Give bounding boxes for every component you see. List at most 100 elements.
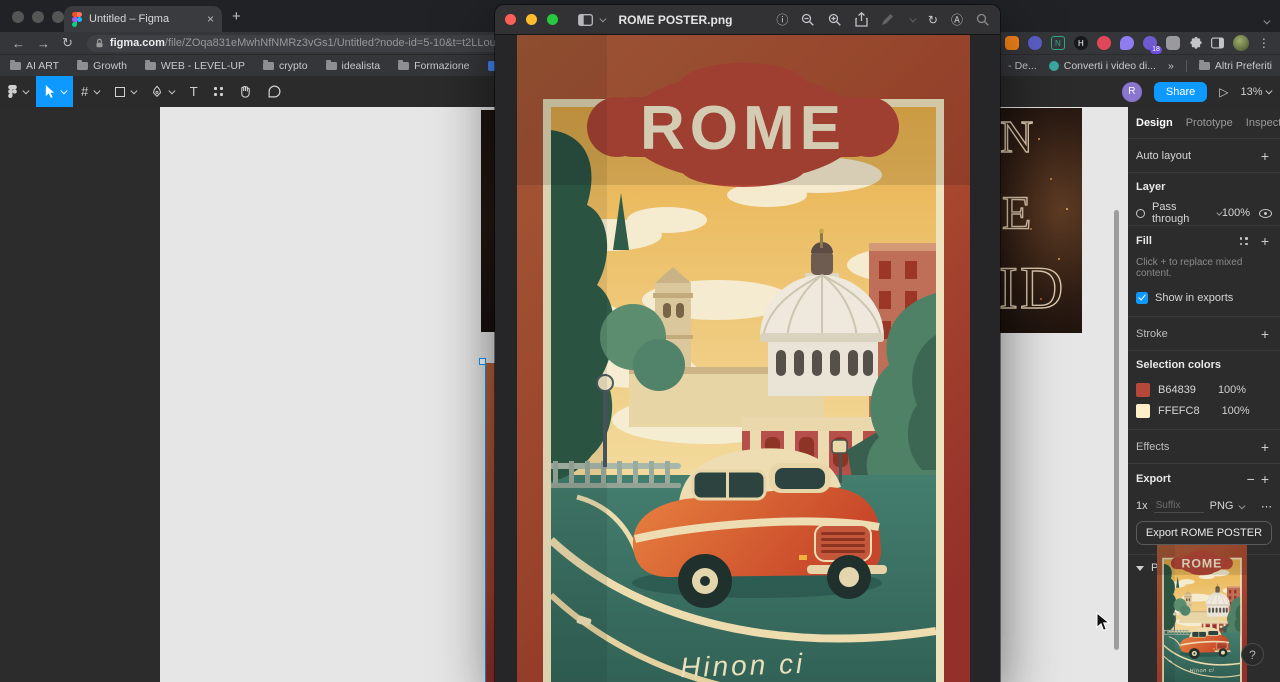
dots-grid-icon	[214, 87, 223, 96]
user-avatar[interactable]: R	[1122, 82, 1142, 102]
bookmark-item[interactable]: Formazione	[398, 60, 469, 72]
bookmark-item[interactable]: crypto	[263, 60, 308, 72]
visibility-eye-icon[interactable]	[1259, 209, 1272, 218]
cloud-extension-icon[interactable]	[1120, 36, 1134, 50]
rotate-icon[interactable]: ↻	[928, 13, 938, 27]
comment-tool[interactable]	[260, 76, 289, 107]
reload-icon[interactable]: ↻	[62, 35, 73, 51]
extensions-puzzle-icon[interactable]	[1189, 37, 1202, 50]
export-preview-thumbnail	[1157, 545, 1247, 682]
selection-color-row[interactable]: B64839 100%	[1136, 379, 1272, 400]
tab-design[interactable]: Design	[1136, 117, 1173, 129]
browser-menu-icon[interactable]: ⋮	[1258, 36, 1270, 50]
figma-main-menu[interactable]	[0, 76, 36, 107]
tab-inspect[interactable]: Inspect	[1246, 117, 1280, 129]
resources-tool[interactable]	[206, 76, 231, 107]
forward-icon[interactable]: →	[37, 36, 50, 51]
frame-tool[interactable]: #	[73, 76, 107, 107]
window-close-button[interactable]	[12, 11, 24, 23]
sidebar-toggle[interactable]	[578, 14, 605, 26]
layer-opacity-value[interactable]: 100%	[1222, 207, 1250, 219]
selection-color-row[interactable]: FFEFC8 100%	[1136, 400, 1272, 421]
url-domain: figma.com	[110, 37, 165, 49]
export-rome-poster-button[interactable]: Export ROME POSTER	[1136, 521, 1272, 545]
export-add-icon[interactable]: +	[1258, 471, 1272, 487]
styles-icon[interactable]	[1240, 237, 1248, 245]
fear-poster-canvas-object[interactable]: N E ID	[998, 108, 1082, 333]
figma-logo-icon	[8, 85, 17, 98]
shape-tool[interactable]	[107, 76, 144, 107]
rome-poster-image: Hinon ci ROME	[517, 35, 970, 682]
color-opacity: 100%	[1218, 384, 1246, 396]
profile-avatar[interactable]	[1233, 35, 1249, 51]
bookmark-item[interactable]: AI ART	[10, 60, 59, 72]
rome-poster-canvas-edge[interactable]	[479, 358, 495, 682]
stroke-add-icon[interactable]: +	[1258, 326, 1272, 342]
key-extension-icon[interactable]	[1097, 36, 1111, 50]
tab-prototype[interactable]: Prototype	[1186, 117, 1233, 129]
blend-mode-value[interactable]: Pass through	[1152, 201, 1214, 225]
preview-window[interactable]: ROME POSTER.png ⓘ ↻ Ⓐ	[495, 5, 1000, 682]
maximize-button[interactable]	[547, 14, 558, 25]
canvas-scrollbar[interactable]	[1114, 210, 1119, 650]
text-tool[interactable]: T	[182, 76, 206, 107]
new-tab-button[interactable]: +	[232, 8, 241, 25]
present-play-icon[interactable]: ▷	[1219, 85, 1228, 99]
browser-tab[interactable]: Untitled – Figma ×	[64, 6, 222, 32]
share-button[interactable]: Share	[1154, 82, 1207, 102]
hand-tool[interactable]	[231, 76, 260, 107]
preview-disclosure-icon[interactable]	[1136, 566, 1144, 571]
effects-add-icon[interactable]: +	[1258, 439, 1272, 455]
bookmark-item[interactable]: WEB - LEVEL-UP	[145, 60, 245, 72]
bookmarks-right: - De... Converti i video di... » Altri P…	[1008, 55, 1272, 77]
bookmark-item[interactable]: idealista	[326, 60, 381, 72]
bookmark-item-cut[interactable]: - De...	[1008, 60, 1037, 72]
color-swatch[interactable]	[1136, 383, 1150, 397]
tabstrip-chevron-icon[interactable]	[1261, 10, 1269, 28]
converter-icon	[1049, 61, 1059, 71]
window-controls[interactable]	[12, 10, 72, 28]
minimize-button[interactable]	[526, 14, 537, 25]
export-scale[interactable]: 1x	[1136, 500, 1148, 512]
fear-poster-letter: ID	[998, 254, 1065, 323]
close-button[interactable]	[505, 14, 516, 25]
info-icon[interactable]: ⓘ	[776, 11, 788, 28]
export-remove-icon[interactable]: −	[1244, 471, 1258, 487]
export-format[interactable]: PNG	[1210, 500, 1234, 512]
fill-add-icon[interactable]: +	[1258, 233, 1272, 249]
preview-titlebar[interactable]: ROME POSTER.png ⓘ ↻ Ⓐ	[495, 5, 1000, 35]
export-suffix-input[interactable]	[1154, 499, 1204, 513]
search-icon[interactable]	[976, 13, 990, 27]
box-extension-icon[interactable]	[1166, 36, 1180, 50]
show-in-exports-checkbox[interactable]	[1136, 292, 1148, 304]
export-more-icon[interactable]: ⋯	[1261, 500, 1272, 513]
color-swatch[interactable]	[1136, 404, 1150, 418]
messenger-extension-icon[interactable]: 18	[1143, 36, 1157, 50]
window-zoom-button[interactable]	[52, 11, 64, 23]
markup-chevron-icon[interactable]	[910, 16, 916, 22]
selection-handle[interactable]	[479, 358, 486, 365]
zoom-out-icon[interactable]	[801, 13, 815, 27]
back-icon[interactable]: ←	[12, 36, 25, 51]
move-tool[interactable]	[36, 76, 74, 107]
shield-extension-icon[interactable]	[1028, 36, 1042, 50]
sparks-decoration	[1038, 138, 1040, 140]
markup-pencil-icon[interactable]	[881, 13, 894, 26]
metamask-extension-icon[interactable]	[1005, 36, 1019, 50]
window-minimize-button[interactable]	[32, 11, 44, 23]
zoom-control[interactable]: 13%	[1240, 86, 1270, 98]
bookmark-item-converter[interactable]: Converti i video di...	[1049, 60, 1156, 72]
bookmarks-overflow-icon[interactable]: »	[1168, 60, 1174, 72]
other-favorites[interactable]: Altri Preferiti	[1199, 60, 1272, 72]
auto-layout-add-icon[interactable]: +	[1258, 148, 1272, 164]
help-button[interactable]: ?	[1241, 643, 1264, 666]
share-icon[interactable]	[855, 12, 868, 27]
zoom-in-icon[interactable]	[828, 13, 842, 27]
tab-close-icon[interactable]: ×	[207, 12, 214, 26]
h-extension-icon[interactable]: H	[1074, 36, 1088, 50]
bookmark-item[interactable]: Growth	[77, 60, 127, 72]
side-panel-icon[interactable]	[1211, 37, 1224, 49]
n-extension-icon[interactable]: N	[1051, 36, 1065, 50]
pen-tool[interactable]	[143, 76, 182, 107]
annotate-icon[interactable]: Ⓐ	[951, 11, 963, 28]
